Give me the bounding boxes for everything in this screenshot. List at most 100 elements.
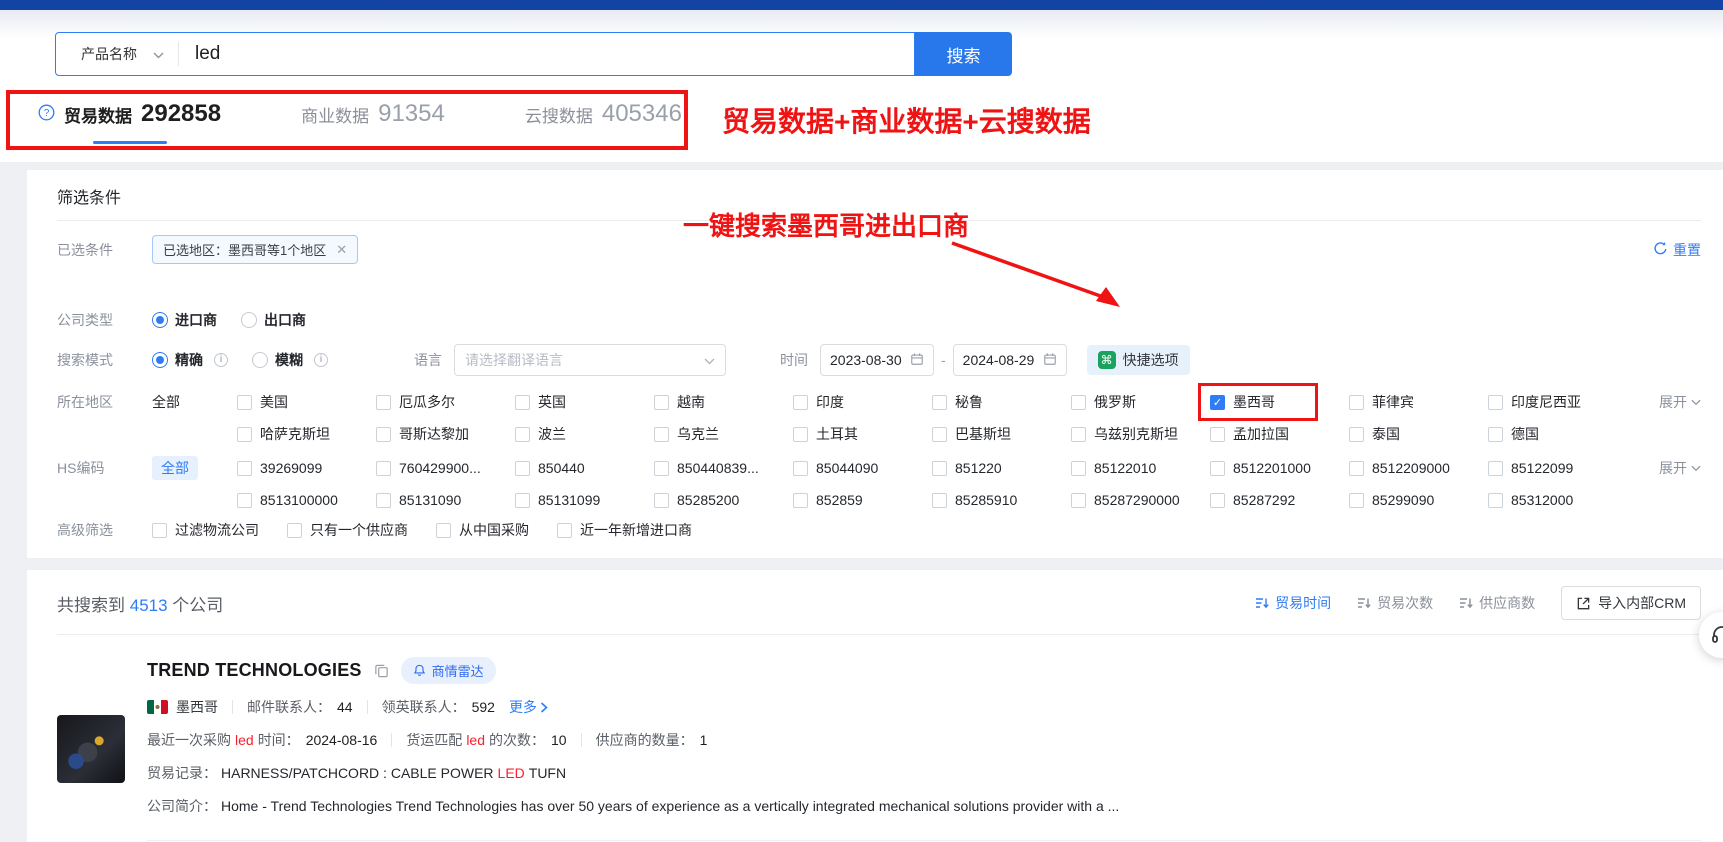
- reset-icon: [1653, 241, 1668, 259]
- hs-code-option[interactable]: 760429900...: [376, 460, 515, 476]
- tab-label: 贸易数据: [64, 102, 132, 127]
- radio-fuzzy-mode[interactable]: 模糊 i: [252, 350, 328, 370]
- region-option[interactable]: 乌兹别克斯坦: [1071, 424, 1210, 444]
- region-option[interactable]: 泰国: [1349, 424, 1488, 444]
- region-option[interactable]: 秘鲁: [932, 392, 1071, 412]
- more-link[interactable]: 更多: [509, 697, 548, 717]
- region-option-mexico-checked[interactable]: ✓ 墨西哥: [1210, 392, 1349, 412]
- chevron-down-icon: [704, 352, 715, 368]
- import-crm-button[interactable]: 导入内部CRM: [1561, 586, 1701, 620]
- checkbox-icon: [1488, 493, 1503, 508]
- region-option[interactable]: 哥斯达黎加: [376, 424, 515, 444]
- region-option[interactable]: 菲律宾: [1349, 392, 1488, 412]
- info-icon[interactable]: i: [314, 353, 328, 367]
- hs-code-option[interactable]: 851220: [932, 460, 1071, 476]
- company-thumbnail[interactable]: [57, 715, 125, 783]
- tab-cloud-search-data[interactable]: 云搜数据 405346: [525, 100, 682, 128]
- region-option[interactable]: 英国: [515, 392, 654, 412]
- sort-trade-time[interactable]: 贸易时间: [1255, 593, 1331, 613]
- region-option[interactable]: 德国: [1488, 424, 1627, 444]
- company-profile-label: 公司简介：: [147, 796, 217, 816]
- tab-trade-data[interactable]: ? 贸易数据 292858: [38, 100, 221, 128]
- region-option[interactable]: 印度: [793, 392, 932, 412]
- copy-icon[interactable]: [374, 663, 389, 678]
- checkbox-icon: [1488, 427, 1503, 442]
- region-option[interactable]: 越南: [654, 392, 793, 412]
- region-option[interactable]: 厄瓜多尔: [376, 392, 515, 412]
- region-option[interactable]: 美国: [237, 392, 376, 412]
- hs-code-option[interactable]: 85285200: [654, 492, 793, 508]
- row-label: 已选条件: [57, 240, 152, 260]
- advanced-option-buy-from-china[interactable]: 从中国采购: [436, 520, 529, 540]
- hs-code-option[interactable]: 85122010: [1071, 460, 1210, 476]
- hs-code-option[interactable]: 852859: [793, 492, 932, 508]
- close-icon[interactable]: ✕: [336, 242, 347, 258]
- app-topbar: [0, 0, 1723, 10]
- reset-label: 重置: [1673, 240, 1701, 260]
- hs-code-option[interactable]: 8513100000: [237, 492, 376, 508]
- checkbox-icon: [376, 493, 391, 508]
- hs-code-option[interactable]: 85312000: [1488, 492, 1627, 508]
- reset-button[interactable]: 重置: [1653, 240, 1701, 260]
- date-to-input[interactable]: 2024-08-29: [953, 344, 1067, 376]
- region-option[interactable]: 土耳其: [793, 424, 932, 444]
- region-option[interactable]: 波兰: [515, 424, 654, 444]
- region-all-option[interactable]: 全部: [152, 392, 237, 412]
- company-name[interactable]: TREND TECHNOLOGIES: [147, 660, 362, 681]
- hs-code-option[interactable]: 8512209000: [1349, 460, 1488, 476]
- search-button[interactable]: 搜索: [915, 32, 1012, 76]
- checkbox-icon: [793, 493, 808, 508]
- help-icon[interactable]: ?: [38, 104, 55, 124]
- advanced-option-new-importer[interactable]: 近一年新增进口商: [557, 520, 692, 540]
- selected-region-tag[interactable]: 已选地区：墨西哥等1个地区 ✕: [152, 235, 358, 264]
- region-option[interactable]: 巴基斯坦: [932, 424, 1071, 444]
- hs-all-option-selected[interactable]: 全部: [152, 456, 198, 480]
- quick-options-button[interactable]: ⌘ 快捷选项: [1087, 345, 1190, 375]
- advanced-option-filter-logistics[interactable]: 过滤物流公司: [152, 520, 259, 540]
- sort-supplier-count[interactable]: 供应商数: [1459, 593, 1535, 613]
- hs-expand-button[interactable]: 展开: [1659, 458, 1701, 478]
- region-option[interactable]: 哈萨克斯坦: [237, 424, 376, 444]
- hs-code-option[interactable]: 850440839...: [654, 460, 793, 476]
- language-select[interactable]: 请选择翻译语言: [454, 344, 726, 376]
- region-option[interactable]: 乌克兰: [654, 424, 793, 444]
- region-option[interactable]: 孟加拉国: [1210, 424, 1349, 444]
- company-trade-record-row: 贸易记录： HARNESS/PATCHCORD : CABLE POWER LE…: [147, 763, 1701, 783]
- sort-controls: 贸易时间 贸易次数 供应商数 导入内部CRM: [1255, 586, 1701, 620]
- hs-code-option[interactable]: 85285910: [932, 492, 1071, 508]
- hs-code-option[interactable]: 85131090: [376, 492, 515, 508]
- business-radar-badge[interactable]: 商情雷达: [401, 657, 496, 684]
- checkbox-icon: [152, 523, 167, 538]
- checkbox-icon: [1349, 427, 1364, 442]
- hs-code-option[interactable]: 85287290000: [1071, 492, 1210, 508]
- sort-trade-count[interactable]: 贸易次数: [1357, 593, 1433, 613]
- hs-code-option[interactable]: 85131099: [515, 492, 654, 508]
- info-icon[interactable]: i: [214, 353, 228, 367]
- tab-business-data[interactable]: 商业数据 91354: [301, 100, 445, 128]
- radio-importer[interactable]: 进口商: [152, 310, 217, 330]
- checkbox-icon: [237, 493, 252, 508]
- hs-code-option[interactable]: 850440: [515, 460, 654, 476]
- date-from-input[interactable]: 2023-08-30: [820, 344, 934, 376]
- region-option[interactable]: 俄罗斯: [1071, 392, 1210, 412]
- region-expand-button[interactable]: 展开: [1659, 392, 1701, 412]
- hs-code-option[interactable]: 85299090: [1349, 492, 1488, 508]
- results-count: 4513: [130, 596, 168, 615]
- hs-code-option[interactable]: 8512201000: [1210, 460, 1349, 476]
- advanced-option-single-supplier[interactable]: 只有一个供应商: [287, 520, 408, 540]
- hs-code-option[interactable]: 85287292: [1210, 492, 1349, 508]
- company-card: TREND TECHNOLOGIES 商情雷达 墨西哥 邮件联系人： 44: [57, 657, 1701, 841]
- region-option[interactable]: 印度尼西亚: [1488, 392, 1627, 412]
- search-input[interactable]: [179, 43, 914, 65]
- radio-exporter[interactable]: 出口商: [241, 310, 306, 330]
- search-category-select[interactable]: 产品名称: [56, 44, 178, 64]
- checkbox-icon: [237, 395, 252, 410]
- hs-code-option[interactable]: 39269099: [237, 460, 376, 476]
- hs-code-row-2: 8513100000 85131090 85131099 85285200 85…: [57, 492, 1701, 508]
- company-purchase-row: 最近一次采购 led 时间： 2024-08-16 货运匹配 led 的次数： …: [147, 730, 1701, 750]
- hs-code-option[interactable]: 85122099: [1488, 460, 1627, 476]
- company-profile-text: Home - Trend Technologies Trend Technolo…: [221, 798, 1119, 814]
- checkbox-checked-icon: ✓: [1210, 395, 1225, 410]
- hs-code-option[interactable]: 85044090: [793, 460, 932, 476]
- radio-exact-mode[interactable]: 精确 i: [152, 350, 228, 370]
